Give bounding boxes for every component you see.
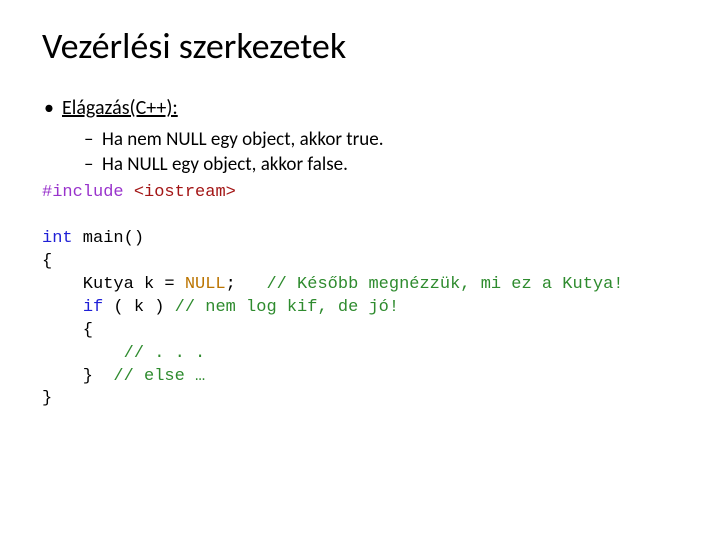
comment: // . . .	[124, 344, 206, 363]
include-path: <iostream>	[134, 183, 236, 202]
bullet-level1: •Elágazás(C++):	[42, 96, 678, 120]
sub1-text: Ha nem NULL egy object, akkor true.	[102, 128, 384, 151]
comment: // Később megnézzük, mi ez a Kutya!	[266, 275, 623, 294]
slide-title: Vezérlési szerkezetek	[42, 24, 678, 68]
dash-marker: –	[84, 128, 102, 151]
semi: ;	[226, 275, 267, 294]
bullet-marker: •	[44, 96, 62, 120]
brace-open: {	[42, 252, 52, 271]
indent	[42, 344, 124, 363]
brace-open: {	[42, 321, 93, 340]
bullet-level2: –Ha nem NULL egy object, akkor true.	[42, 128, 678, 151]
dash-marker: –	[84, 153, 102, 176]
brace-close: }	[42, 389, 52, 408]
decl: Kutya k =	[42, 275, 185, 294]
cond: ( k )	[103, 298, 174, 317]
bullet1-text: Elágazás(C++):	[62, 96, 178, 120]
keyword-if: if	[83, 298, 103, 317]
code-block: #include <iostream> int main() { Kutya k…	[42, 182, 678, 411]
sub2-text: Ha NULL egy object, akkor false.	[102, 153, 348, 176]
keyword-int: int	[42, 229, 73, 248]
bullet-list: •Elágazás(C++): –Ha nem NULL egy object,…	[42, 96, 678, 176]
preproc: #include	[42, 183, 124, 202]
bullet-level2: –Ha NULL egy object, akkor false.	[42, 153, 678, 176]
fn-sig: main()	[73, 229, 144, 248]
comment: // nem log kif, de jó!	[175, 298, 399, 317]
brace-close: }	[42, 367, 113, 386]
indent	[42, 298, 83, 317]
comment: // else …	[113, 367, 205, 386]
null-literal: NULL	[185, 275, 226, 294]
